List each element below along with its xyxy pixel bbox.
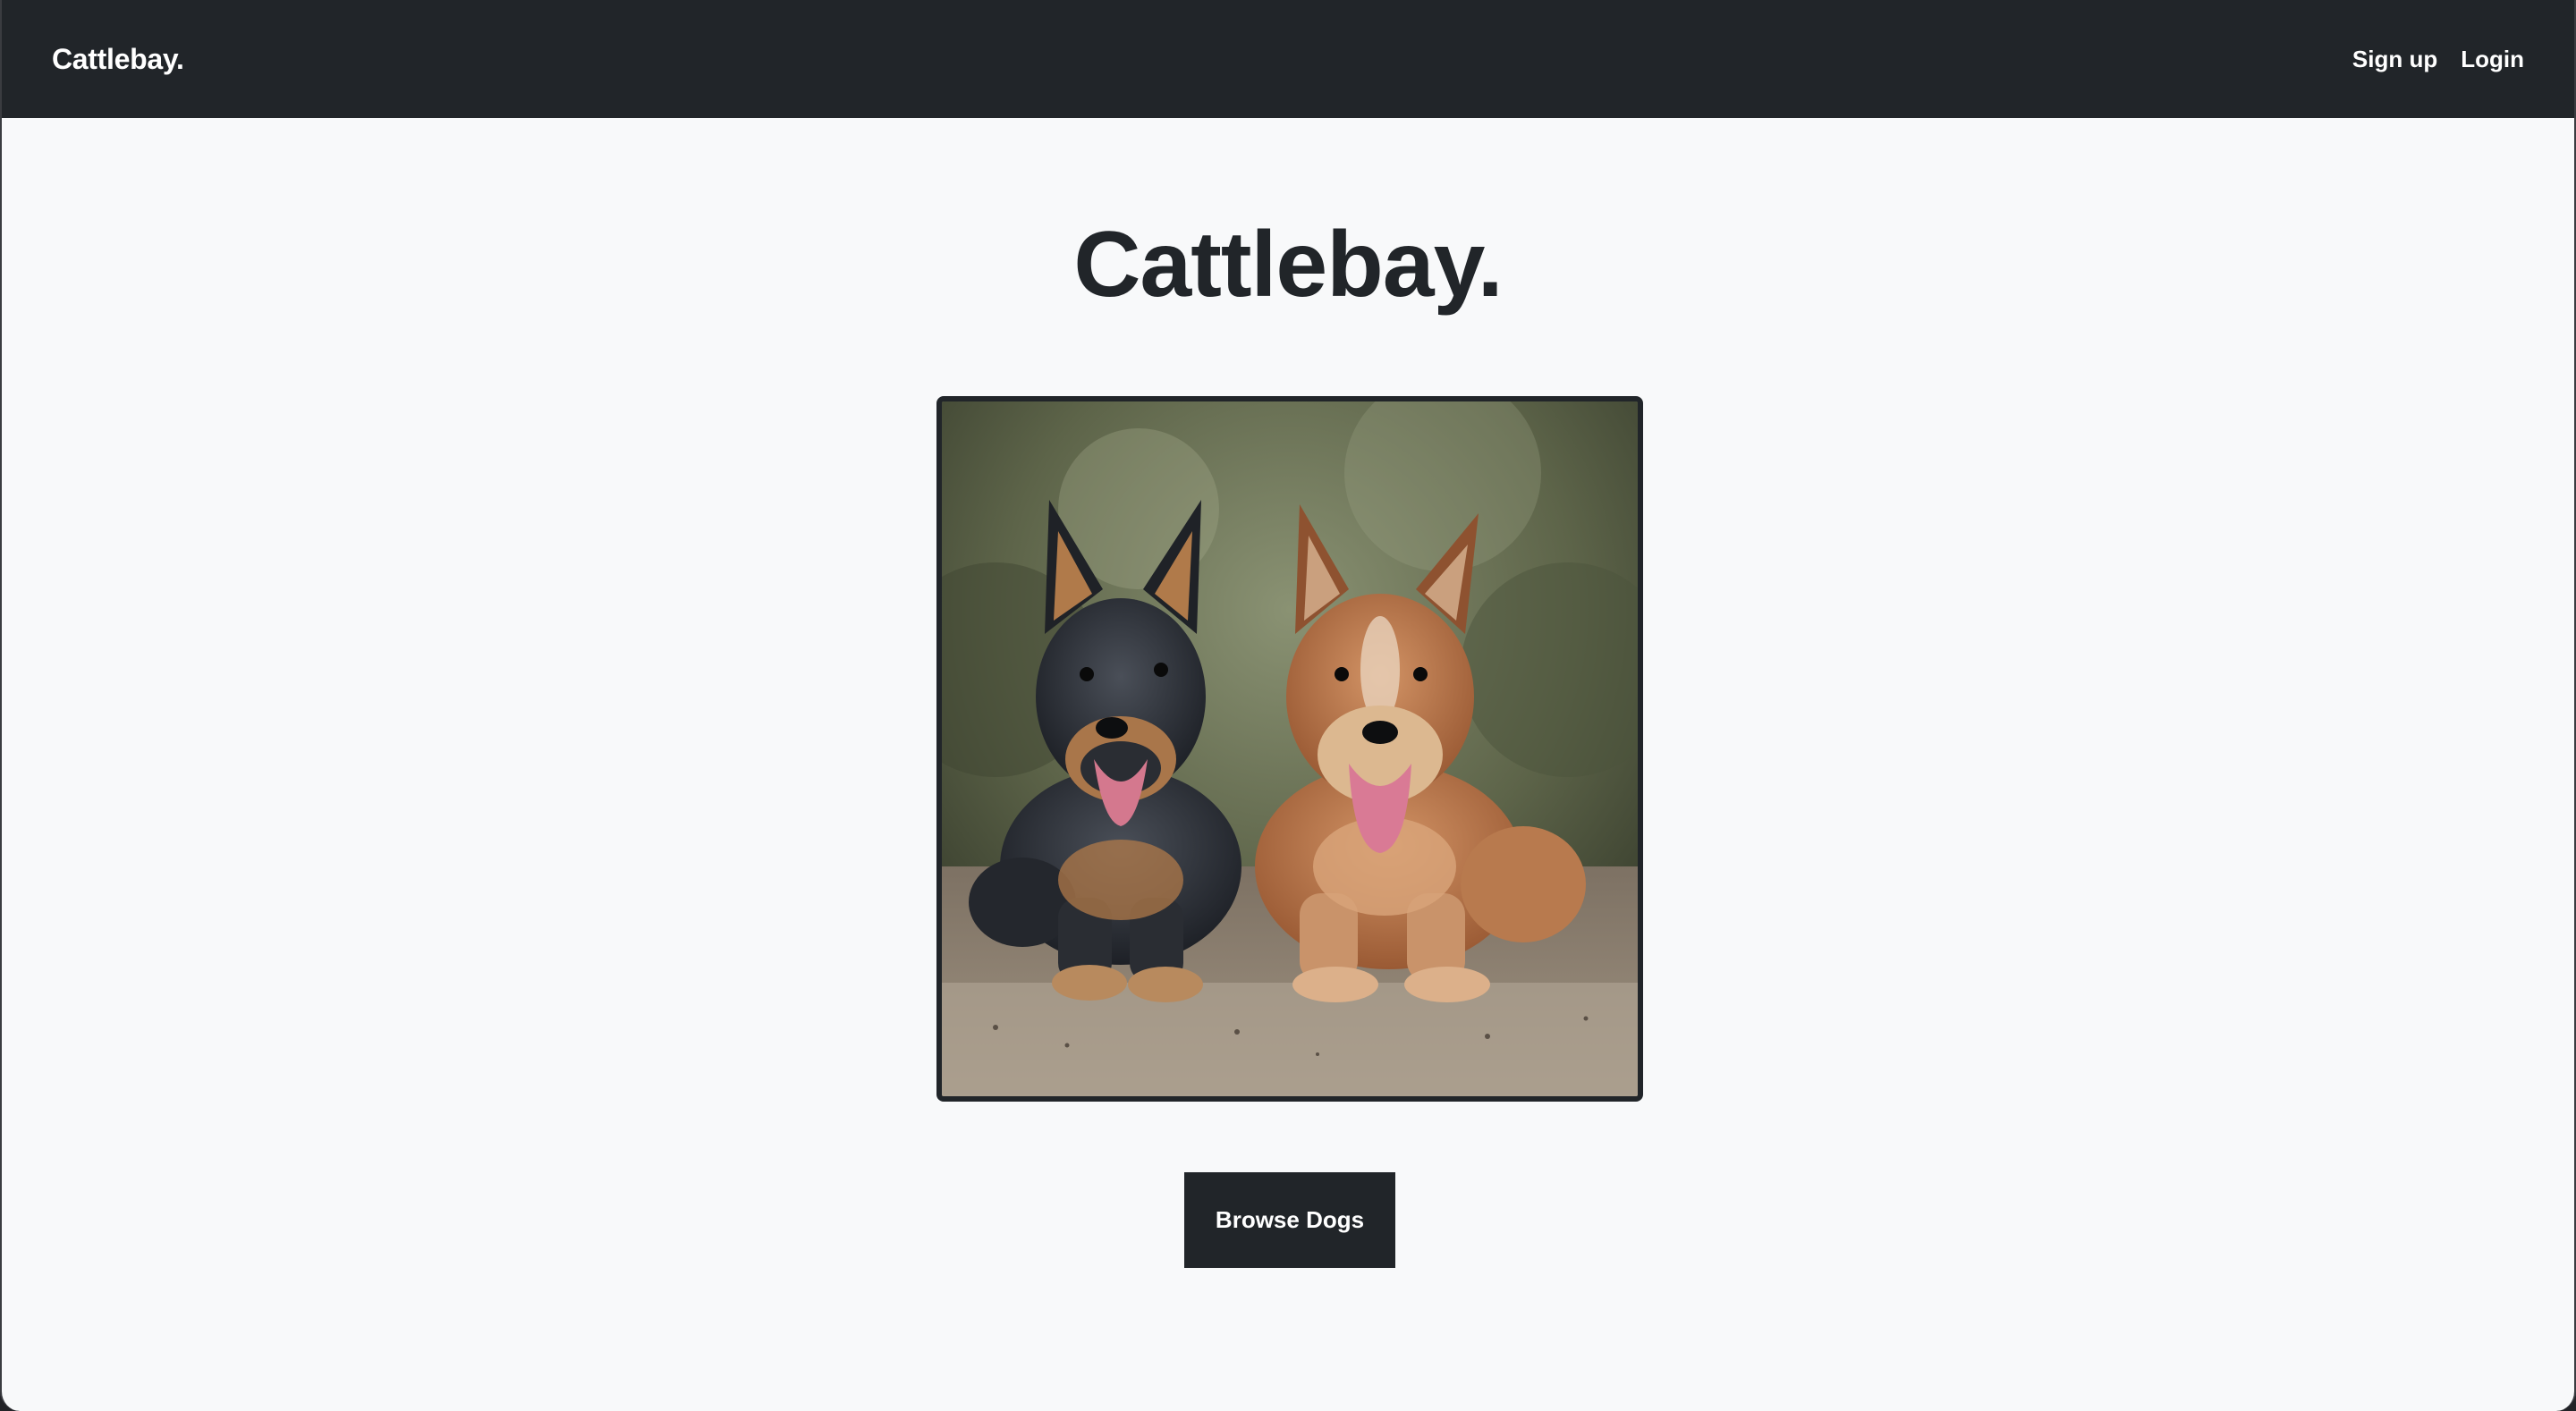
navbar-links: Sign up Login	[2352, 46, 2524, 73]
login-link[interactable]: Login	[2461, 46, 2524, 73]
signup-link[interactable]: Sign up	[2352, 46, 2437, 73]
navbar: Cattlebay. Sign up Login	[2, 0, 2574, 118]
page-title: Cattlebay.	[1073, 213, 1503, 317]
navbar-brand[interactable]: Cattlebay.	[52, 43, 184, 76]
browse-dogs-button[interactable]: Browse Dogs	[1184, 1172, 1395, 1268]
browser-viewport: Cattlebay. Sign up Login Cattlebay. Brow…	[0, 0, 2576, 1411]
hero-dog-image	[936, 396, 1643, 1102]
